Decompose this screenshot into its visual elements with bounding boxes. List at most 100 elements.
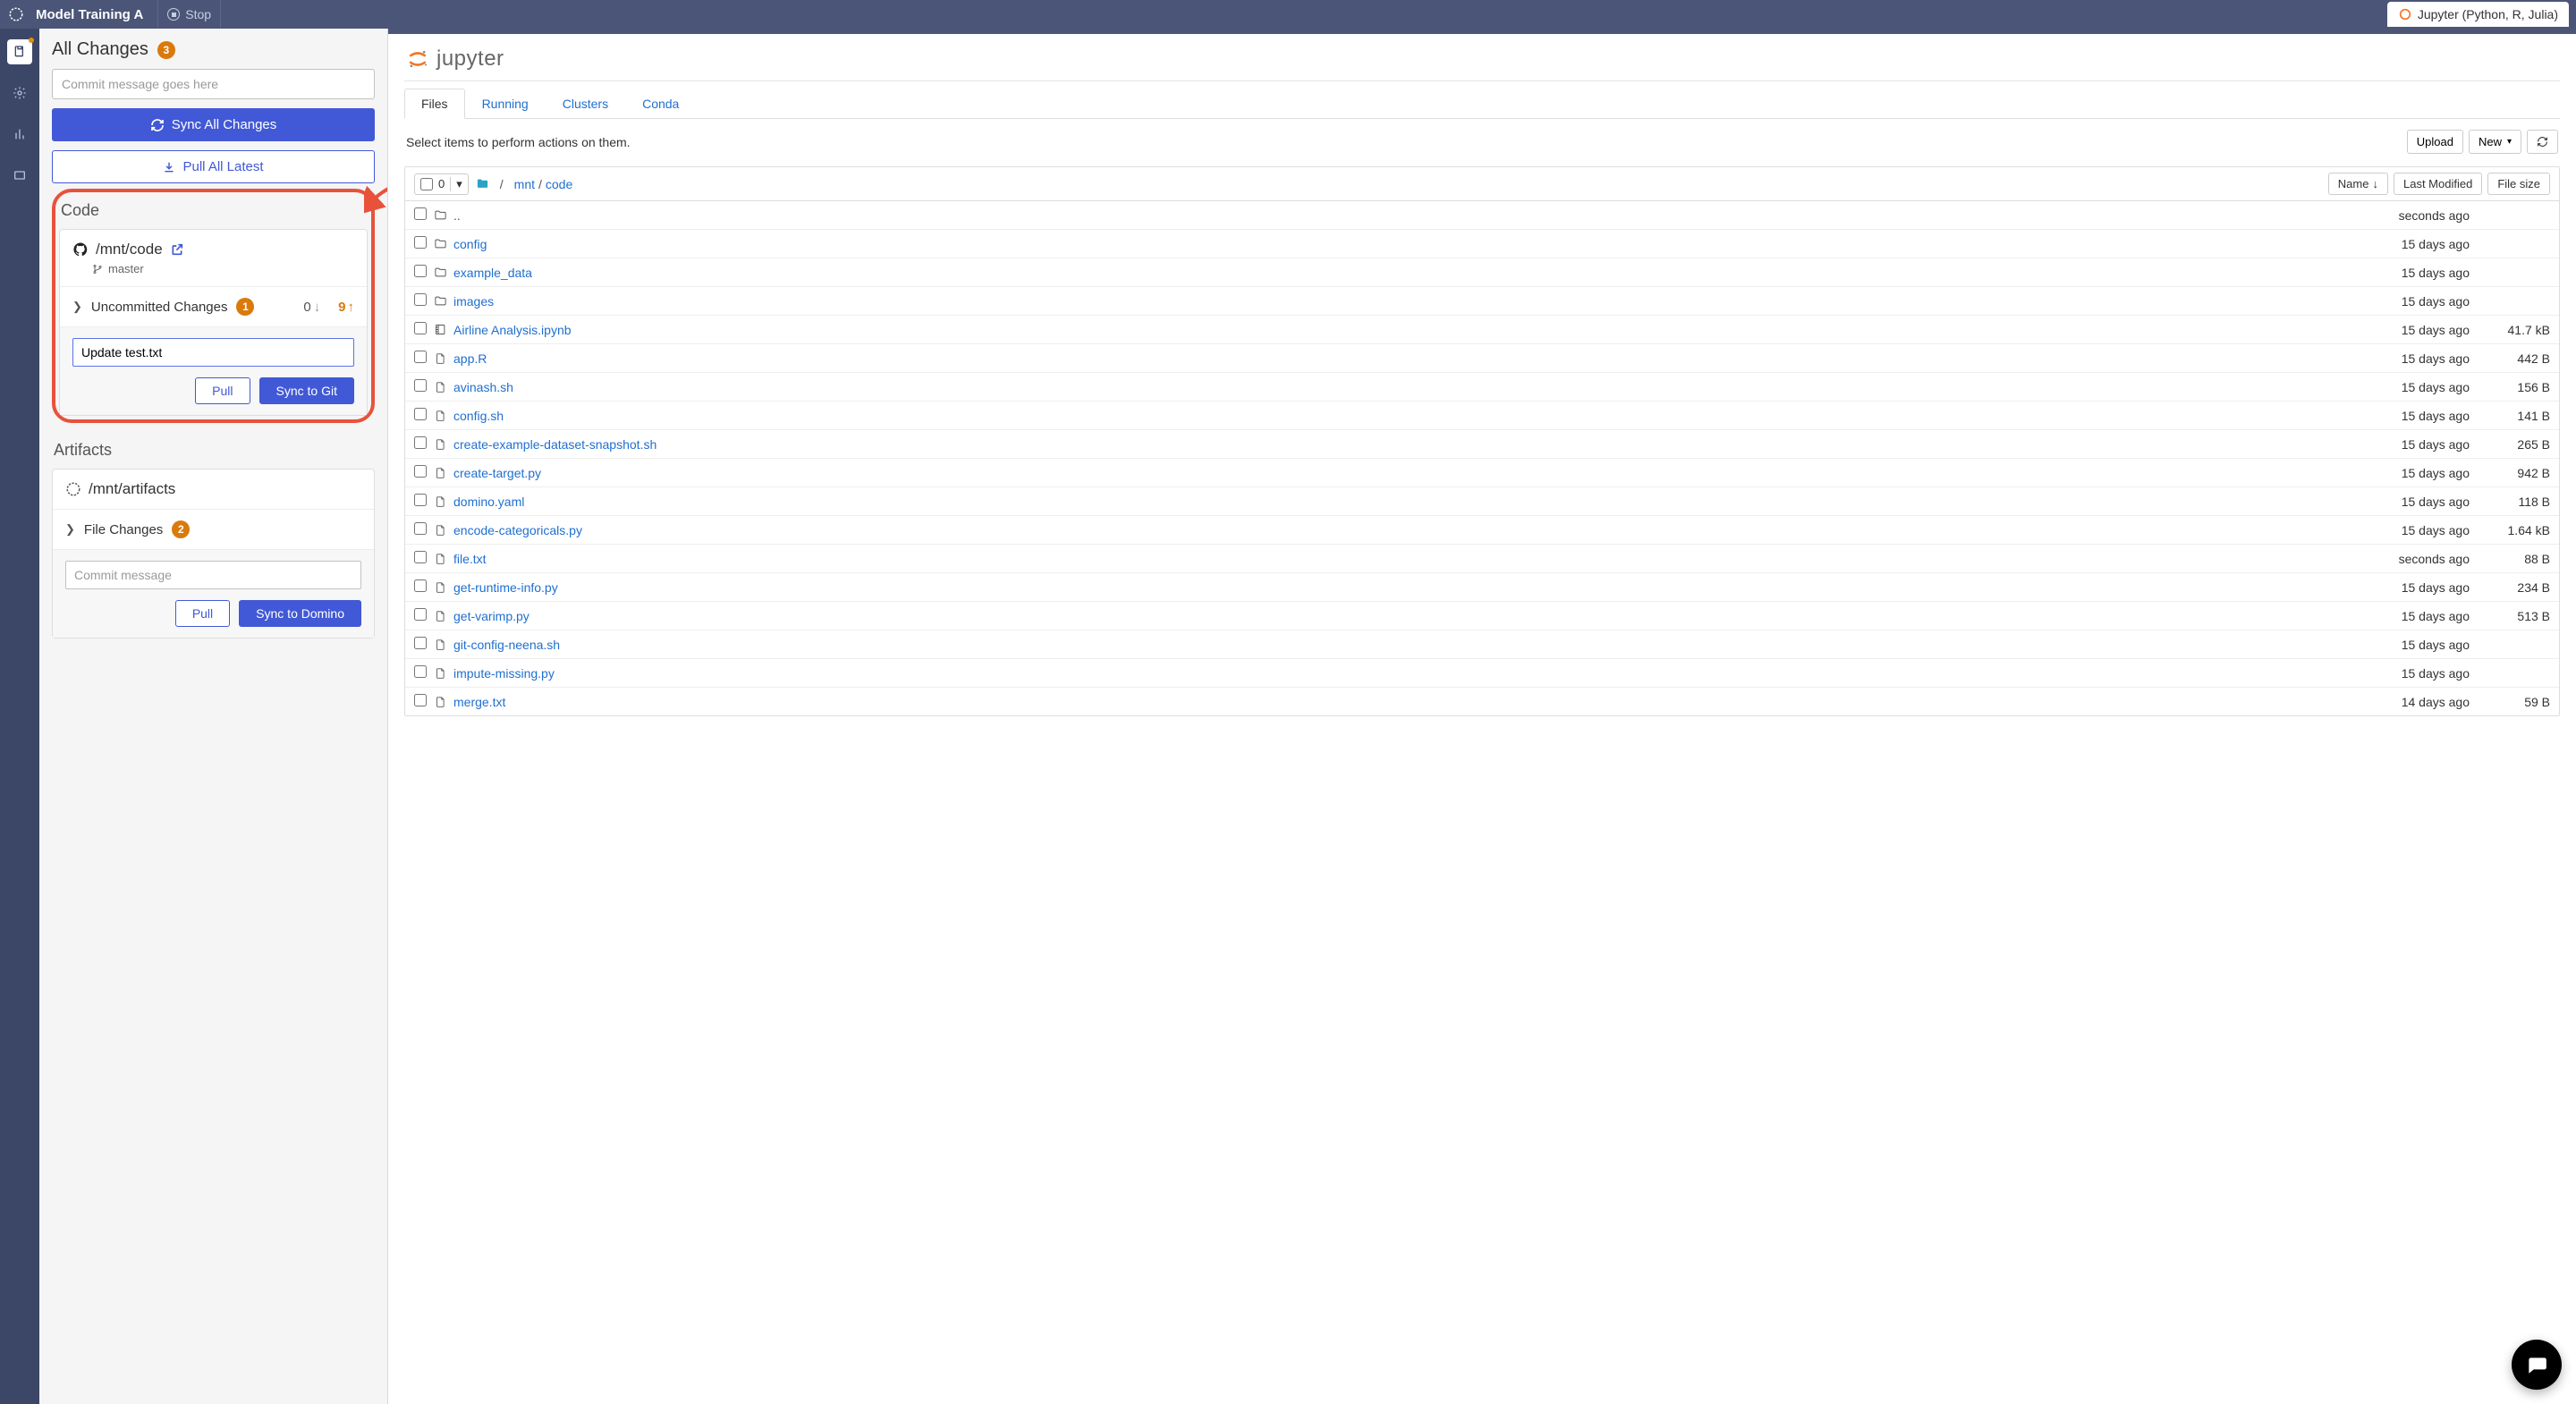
file-link[interactable]: create-example-dataset-snapshot.sh [453,437,657,452]
nav-settings[interactable] [7,80,32,106]
file-modified: 15 days ago [2335,294,2470,309]
stop-button[interactable]: Stop [157,0,221,29]
file-changes-row[interactable]: ❯ File Changes 2 [53,509,374,549]
file-link[interactable]: example_data [453,266,532,280]
row-checkbox[interactable] [414,322,427,334]
file-size: 513 B [2470,609,2550,623]
file-link[interactable]: config.sh [453,409,504,423]
file-size: 118 B [2470,495,2550,509]
select-caret-icon[interactable]: ▾ [450,177,462,191]
arrow-up-icon: ↑ [348,300,355,315]
tab-running[interactable]: Running [465,89,546,118]
file-link[interactable]: avinash.sh [453,380,513,394]
file-link[interactable]: get-runtime-info.py [453,580,558,595]
file-modified: 15 days ago [2335,266,2470,280]
row-checkbox[interactable] [414,665,427,678]
row-checkbox[interactable] [414,293,427,306]
app-logo-icon [7,5,25,23]
row-checkbox[interactable] [414,608,427,621]
code-commit-input[interactable] [72,338,354,367]
jupyter-icon [2398,7,2412,21]
select-all-checkbox[interactable] [420,178,433,190]
table-row: images 15 days ago [405,287,2559,316]
outgoing-count: 9 [338,300,345,315]
all-changes-title: All Changes [52,39,148,60]
file-link[interactable]: domino.yaml [453,495,524,509]
tab-conda[interactable]: Conda [625,89,696,118]
refresh-icon [2537,136,2548,148]
file-link[interactable]: Airline Analysis.ipynb [453,323,572,337]
nav-changes[interactable] [7,39,32,64]
sort-name-button[interactable]: Name ↓ [2328,173,2388,195]
file-size: 442 B [2470,351,2550,366]
refresh-button[interactable] [2527,130,2558,154]
upload-button[interactable]: Upload [2407,130,2463,154]
file-modified: 15 days ago [2335,523,2470,537]
table-row: config15 days ago [405,230,2559,258]
sort-modified-button[interactable]: Last Modified [2394,173,2482,195]
file-link[interactable]: config [453,237,487,251]
jupyter-logo[interactable]: jupyter [404,47,2560,72]
sync-icon [150,118,165,132]
breadcrumb-seg[interactable]: mnt [514,177,535,191]
row-checkbox[interactable] [414,522,427,535]
row-checkbox[interactable] [414,436,427,449]
artifacts-sync-button[interactable]: Sync to Domino [239,600,361,627]
tab-files[interactable]: Files [404,89,465,119]
row-checkbox[interactable] [414,207,427,220]
row-checkbox[interactable] [414,379,427,392]
stop-label: Stop [185,7,211,21]
file-size: 942 B [2470,466,2550,480]
sync-all-button[interactable]: Sync All Changes [52,108,375,141]
artifacts-commit-input[interactable] [65,561,361,589]
workspace-tab-jupyter[interactable]: Jupyter (Python, R, Julia) [2387,2,2569,27]
file-link[interactable]: images [453,294,494,309]
file-size: 234 B [2470,580,2550,595]
nav-docs[interactable] [7,163,32,188]
commit-message-input[interactable] [52,69,375,99]
file-icon [434,381,453,393]
table-row: create-example-dataset-snapshot.sh15 day… [405,430,2559,459]
annotation-arrow-icon [364,178,388,217]
tab-clusters[interactable]: Clusters [546,89,625,118]
row-checkbox[interactable] [414,351,427,363]
file-link[interactable]: impute-missing.py [453,666,555,681]
file-link[interactable]: git-config-neena.sh [453,638,560,652]
artifacts-pull-button[interactable]: Pull [175,600,230,627]
topbar: Model Training A Stop Jupyter (Python, R… [0,0,2576,29]
row-checkbox[interactable] [414,236,427,249]
all-changes-count-badge: 3 [157,41,175,59]
row-checkbox[interactable] [414,694,427,706]
row-checkbox[interactable] [414,551,427,563]
row-checkbox[interactable] [414,465,427,478]
new-button[interactable]: New [2469,130,2521,154]
row-checkbox[interactable] [414,494,427,506]
arrow-down-icon: ↓ [314,300,321,315]
row-checkbox[interactable] [414,637,427,649]
breadcrumb-seg[interactable]: code [546,177,572,191]
code-card: /mnt/code master ❯ Uncommitted Changes 1… [59,229,368,416]
external-link-icon[interactable] [170,242,184,257]
row-checkbox[interactable] [414,408,427,420]
file-link[interactable]: encode-categoricals.py [453,523,582,537]
row-checkbox[interactable] [414,579,427,592]
file-icon [434,438,453,451]
download-icon [163,161,175,173]
file-link[interactable]: merge.txt [453,695,505,709]
select-all-control[interactable]: 0 ▾ [414,173,469,195]
folder-root-icon[interactable] [476,177,489,190]
code-sync-button[interactable]: Sync to Git [259,377,354,404]
code-section-title: Code [61,201,368,220]
file-link[interactable]: app.R [453,351,487,366]
file-link[interactable]: create-target.py [453,466,541,480]
file-link[interactable]: get-varimp.py [453,609,530,623]
nav-metrics[interactable] [7,122,32,147]
file-link[interactable]: file.txt [453,552,487,566]
row-checkbox[interactable] [414,265,427,277]
code-pull-button[interactable]: Pull [195,377,250,404]
pull-all-button[interactable]: Pull All Latest [52,150,375,183]
chat-launcher[interactable] [2512,1340,2562,1390]
table-row: config.sh15 days ago141 B [405,402,2559,430]
uncommitted-changes-row[interactable]: ❯ Uncommitted Changes 1 0↓ 9↑ [60,286,367,326]
sort-size-button[interactable]: File size [2487,173,2550,195]
